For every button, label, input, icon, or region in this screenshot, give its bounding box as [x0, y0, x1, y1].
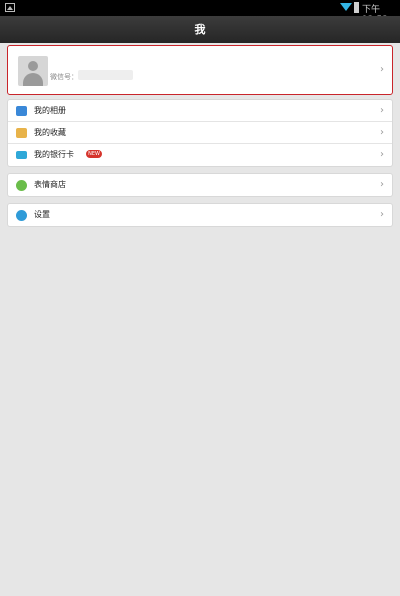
menu-item-settings[interactable]: 设置 › — [8, 204, 392, 226]
sticker-store-icon — [16, 180, 27, 191]
menu-item-sticker-store[interactable]: 表情商店 › — [8, 174, 392, 196]
wechat-id-label: 微信号： — [50, 73, 78, 81]
menu-item-label: 我的收藏 — [34, 128, 66, 137]
status-bar: 下午 12:53 — [0, 0, 400, 25]
menu-item-label: 表情商店 — [34, 180, 66, 189]
new-badge: NEW — [86, 150, 102, 158]
chevron-right-icon: › — [380, 105, 384, 116]
settings-icon — [16, 210, 27, 221]
favorites-icon — [16, 128, 27, 138]
screenshot-icon — [5, 3, 15, 12]
menu-item-label: 设置 — [34, 210, 50, 219]
menu-item-label: 我的相册 — [34, 106, 66, 115]
chevron-right-icon: › — [380, 64, 384, 75]
menu-item-album[interactable]: 我的相册 › — [8, 100, 392, 122]
profile-card[interactable]: 微信号： › — [7, 45, 393, 95]
chevron-right-icon: › — [380, 127, 384, 138]
menu-item-favorites[interactable]: 我的收藏 › — [8, 122, 392, 144]
menu-group-personal: 我的相册 › 我的收藏 › 我的银行卡 NEW › — [7, 99, 393, 167]
menu-group-settings: 设置 › — [7, 203, 393, 227]
bank-card-icon — [16, 151, 27, 159]
wechat-id-value-blurred — [78, 70, 133, 80]
menu-item-bank-card[interactable]: 我的银行卡 NEW › — [8, 144, 392, 166]
chevron-right-icon: › — [380, 149, 384, 160]
chevron-right-icon: › — [380, 179, 384, 190]
avatar — [18, 56, 48, 86]
battery-icon — [354, 2, 359, 13]
album-icon — [16, 106, 27, 116]
chevron-right-icon: › — [380, 209, 384, 220]
menu-item-label: 我的银行卡 — [34, 150, 74, 159]
page-title: 我 — [0, 16, 400, 43]
menu-group-stickers: 表情商店 › — [7, 173, 393, 197]
wifi-icon — [340, 3, 352, 11]
